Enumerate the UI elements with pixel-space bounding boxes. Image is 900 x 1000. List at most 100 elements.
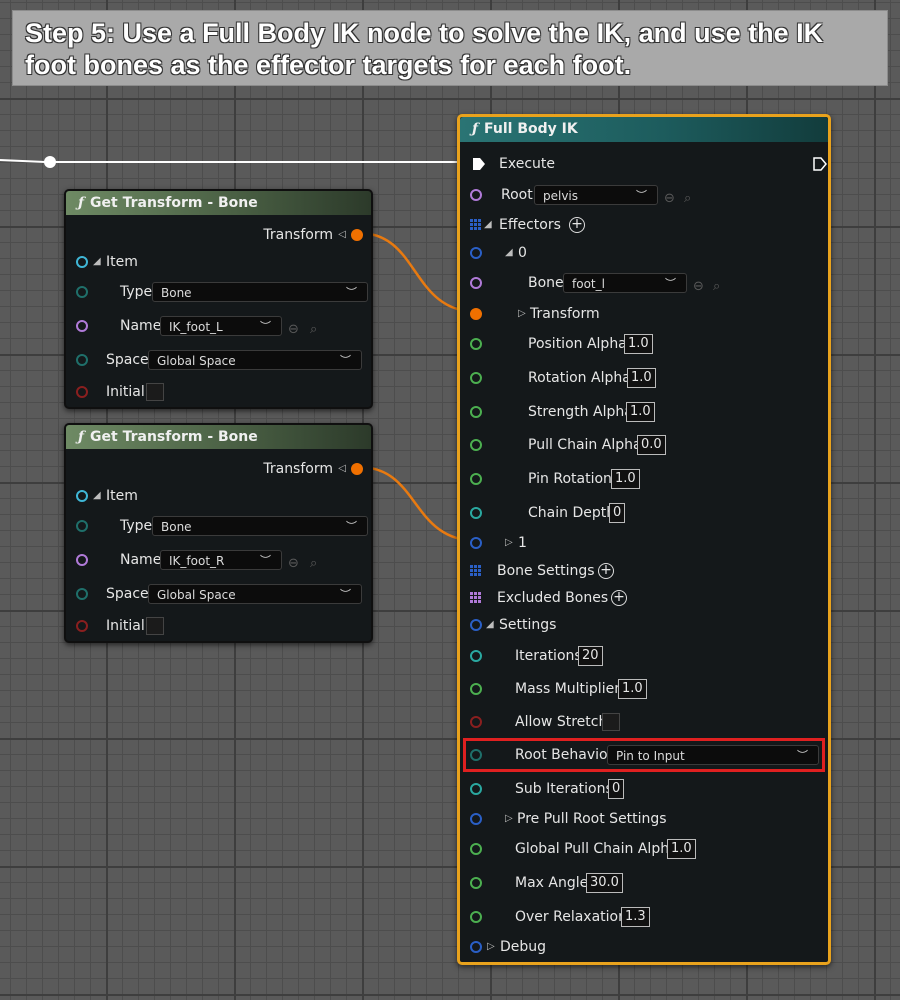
over-relaxation-input[interactable]: 1.3 <box>621 907 650 927</box>
node-header[interactable]: ƒ Full Body IK <box>460 117 828 142</box>
item-pin[interactable] <box>76 256 88 268</box>
name-pin[interactable] <box>76 554 88 566</box>
add-effector-icon[interactable]: + <box>569 217 585 233</box>
sub-iterations-pin[interactable] <box>470 783 482 795</box>
node-title: Full Body IK <box>484 121 578 137</box>
use-selected-icon[interactable]: ⊖ <box>288 318 299 342</box>
search-icon[interactable]: ⌕ <box>310 552 317 576</box>
exec-wire[interactable] <box>0 159 470 163</box>
position-alpha-input[interactable]: 1.0 <box>624 334 653 354</box>
name-pin[interactable] <box>76 320 88 332</box>
expand-arrow-icon[interactable]: ◢ <box>484 213 492 237</box>
transform-output-label: Transform <box>263 461 333 477</box>
expand-arrow-icon[interactable]: ◢ <box>486 613 494 637</box>
max-angle-pin[interactable] <box>470 877 482 889</box>
iterations-pin[interactable] <box>470 650 482 662</box>
node-header[interactable]: ƒ Get Transform - Bone <box>66 191 371 215</box>
mass-multiplier-pin[interactable] <box>470 683 482 695</box>
global-pull-chain-input[interactable]: 1.0 <box>667 839 696 859</box>
root-behavior-pin[interactable] <box>470 749 482 761</box>
over-relaxation-pin[interactable] <box>470 911 482 923</box>
pin-arrow-icon: ◁ <box>338 229 346 240</box>
chevron-down-icon: ︶ <box>797 749 808 762</box>
collapse-arrow-icon[interactable]: ▷ <box>505 531 513 555</box>
exec-output-pin[interactable] <box>813 157 827 171</box>
rotation-alpha-input[interactable]: 1.0 <box>627 368 656 388</box>
space-pin[interactable] <box>76 588 88 600</box>
array-pin-icon[interactable] <box>470 219 482 231</box>
expand-arrow-icon[interactable]: ◢ <box>93 250 101 274</box>
pull-chain-alpha-pin[interactable] <box>470 439 482 451</box>
space-row: Space Global Space ︶ <box>76 348 371 372</box>
array-pin-icon[interactable] <box>470 592 482 604</box>
expand-arrow-icon[interactable]: ◢ <box>93 484 101 508</box>
initial-checkbox[interactable] <box>146 617 164 635</box>
allow-stretch-checkbox[interactable] <box>602 713 620 731</box>
type-pin[interactable] <box>76 286 88 298</box>
get-transform-node-right[interactable]: ƒ Get Transform - Bone Transform ◁ ◢ Item… <box>64 423 373 643</box>
expand-arrow-icon[interactable]: ◢ <box>505 241 513 265</box>
root-pin[interactable] <box>470 189 482 201</box>
position-alpha-pin[interactable] <box>470 338 482 350</box>
mass-multiplier-input[interactable]: 1.0 <box>618 679 647 699</box>
global-pull-chain-pin[interactable] <box>470 843 482 855</box>
effector-1-pin[interactable] <box>470 537 482 549</box>
collapse-arrow-icon[interactable]: ▷ <box>505 807 513 831</box>
iterations-input[interactable]: 20 <box>578 646 603 666</box>
get-transform-node-left[interactable]: ƒ Get Transform - Bone Transform ◁ ◢ Item… <box>64 189 373 409</box>
space-dropdown[interactable]: Global Space ︶ <box>148 584 362 604</box>
name-dropdown[interactable]: IK_foot_R ︶ <box>160 550 282 570</box>
use-selected-icon[interactable]: ⊖ <box>664 187 675 211</box>
sub-iterations-input[interactable]: 0 <box>608 779 625 799</box>
search-icon[interactable]: ⌕ <box>310 318 317 342</box>
full-body-ik-node[interactable]: ƒ Full Body IK Execute Root pelvis ︶ ⊖ ⌕ ◢… <box>457 114 831 965</box>
add-bone-setting-icon[interactable]: + <box>598 563 614 579</box>
name-dropdown[interactable]: IK_foot_L ︶ <box>160 316 282 336</box>
transform-output-pin[interactable] <box>351 229 363 241</box>
allow-stretch-pin[interactable] <box>470 716 482 728</box>
initial-label: Initial <box>106 384 145 400</box>
pin-rotation-input[interactable]: 1.0 <box>611 469 640 489</box>
collapse-arrow-icon[interactable]: ▷ <box>518 302 526 326</box>
type-pin[interactable] <box>76 520 88 532</box>
root-behavior-dropdown[interactable]: Pin to Input ︶ <box>607 745 819 765</box>
space-value: Global Space <box>157 588 236 602</box>
max-angle-input[interactable]: 30.0 <box>586 873 623 893</box>
type-dropdown[interactable]: Bone ︶ <box>152 282 368 302</box>
transform-output-pin[interactable] <box>351 463 363 475</box>
pull-chain-alpha-input[interactable]: 0.0 <box>637 435 666 455</box>
strength-alpha-label: Strength Alpha <box>528 404 633 420</box>
initial-checkbox[interactable] <box>146 383 164 401</box>
strength-alpha-input[interactable]: 1.0 <box>626 402 655 422</box>
use-selected-icon[interactable]: ⊖ <box>288 552 299 576</box>
chain-depth-pin[interactable] <box>470 507 482 519</box>
initial-pin[interactable] <box>76 386 88 398</box>
collapse-arrow-icon[interactable]: ▷ <box>487 935 495 959</box>
transform-input-pin[interactable] <box>470 308 482 320</box>
search-icon[interactable]: ⌕ <box>684 187 691 211</box>
chain-depth-input[interactable]: 0 <box>609 503 626 523</box>
type-dropdown[interactable]: Bone ︶ <box>152 516 368 536</box>
pre-pull-root-pin[interactable] <box>470 813 482 825</box>
settings-pin[interactable] <box>470 619 482 631</box>
space-dropdown[interactable]: Global Space ︶ <box>148 350 362 370</box>
node-title: Get Transform - Bone <box>90 429 258 445</box>
node-header[interactable]: ƒ Get Transform - Bone <box>66 425 371 449</box>
space-pin[interactable] <box>76 354 88 366</box>
array-pin-icon[interactable] <box>470 565 482 577</box>
strength-alpha-pin[interactable] <box>470 406 482 418</box>
rotation-alpha-pin[interactable] <box>470 372 482 384</box>
initial-pin[interactable] <box>76 620 88 632</box>
reroute-node[interactable] <box>44 156 56 168</box>
add-excluded-bone-icon[interactable]: + <box>611 590 627 606</box>
item-pin[interactable] <box>76 490 88 502</box>
bone-pin[interactable] <box>470 277 482 289</box>
exec-input-pin[interactable] <box>472 157 486 171</box>
debug-pin[interactable] <box>470 941 482 953</box>
use-selected-icon[interactable]: ⊖ <box>693 275 704 299</box>
pin-rotation-pin[interactable] <box>470 473 482 485</box>
effector-0-pin[interactable] <box>470 247 482 259</box>
search-icon[interactable]: ⌕ <box>713 275 720 299</box>
root-dropdown[interactable]: pelvis ︶ <box>534 185 658 205</box>
bone-dropdown[interactable]: foot_l ︶ <box>563 273 687 293</box>
